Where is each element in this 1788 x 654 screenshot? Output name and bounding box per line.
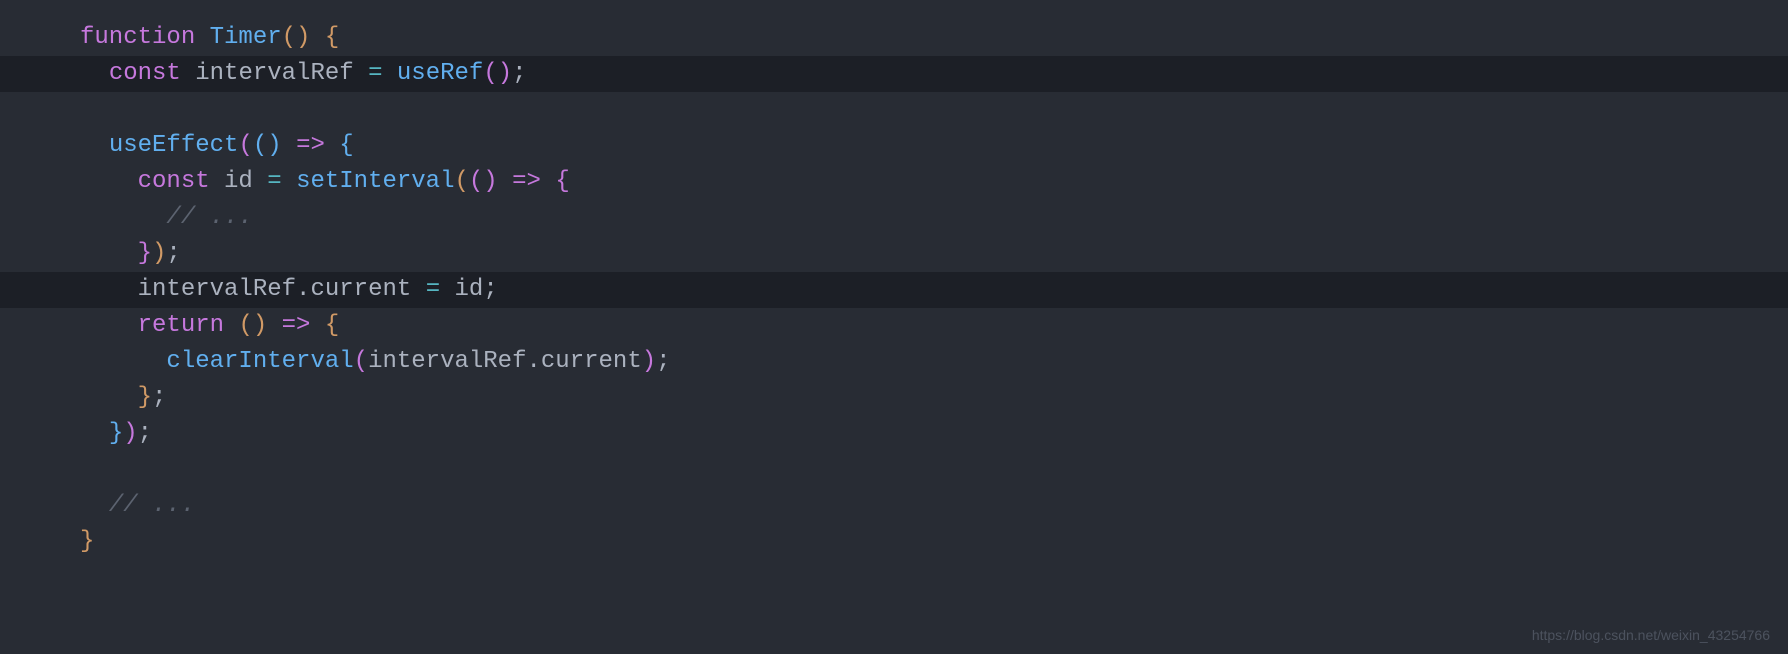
code-line-blank [0,92,1788,128]
paren: ) [642,344,656,380]
code-line: } [0,524,1788,560]
code-line: clearInterval(intervalRef.current); [0,344,1788,380]
variable: intervalRef [195,56,353,92]
brace: { [325,20,339,56]
operator: = [267,164,281,200]
code-line: function Timer() { [0,20,1788,56]
code-block: function Timer() { const intervalRef = u… [0,0,1788,580]
brace: { [339,128,353,164]
function-name: Timer [195,20,281,56]
watermark-text: https://blog.csdn.net/weixin_43254766 [1532,625,1770,646]
brace: } [138,236,152,272]
arrow: => [296,128,325,164]
code-line-blank [0,452,1788,488]
comment: // ... [166,200,252,236]
function-call: useRef [397,56,483,92]
semicolon: ; [166,236,180,272]
operator: = [368,56,382,92]
function-call: useEffect [109,128,239,164]
keyword: function [80,20,195,56]
comment: // ... [109,488,195,524]
function-call: clearInterval [166,344,353,380]
dot: . [296,272,310,308]
brace: } [80,524,94,560]
paren: () [238,308,267,344]
property: current [541,344,642,380]
code-line-highlighted: const intervalRef = useRef(); [0,56,1788,92]
paren: () [282,20,311,56]
arrow: => [282,308,311,344]
paren: () [483,56,512,92]
semicolon: ; [152,380,166,416]
code-line: const id = setInterval(() => { [0,164,1788,200]
code-line: useEffect(() => { [0,128,1788,164]
code-line: }; [0,380,1788,416]
brace: } [109,416,123,452]
brace: { [555,164,569,200]
paren: ( [455,164,469,200]
keyword: return [138,308,224,344]
semicolon: ; [483,272,497,308]
paren: ( [354,344,368,380]
paren: ) [152,236,166,272]
paren: ( [238,128,252,164]
semicolon: ; [138,416,152,452]
code-line: return () => { [0,308,1788,344]
keyword: const [109,56,181,92]
code-line-highlighted: intervalRef.current = id; [0,272,1788,308]
operator: = [426,272,440,308]
brace: { [325,308,339,344]
semicolon: ; [656,344,670,380]
code-line: // ... [0,488,1788,524]
variable: id [455,272,484,308]
code-line: }); [0,416,1788,452]
brace: } [138,380,152,416]
dot: . [527,344,541,380]
paren: ) [123,416,137,452]
variable: intervalRef [138,272,296,308]
keyword: const [138,164,210,200]
paren: () [253,128,282,164]
paren: () [469,164,498,200]
arrow: => [512,164,541,200]
variable: intervalRef [368,344,526,380]
code-line: // ... [0,200,1788,236]
code-line: }); [0,236,1788,272]
property: current [310,272,411,308]
semicolon: ; [512,56,526,92]
variable: id [224,164,253,200]
function-call: setInterval [296,164,454,200]
